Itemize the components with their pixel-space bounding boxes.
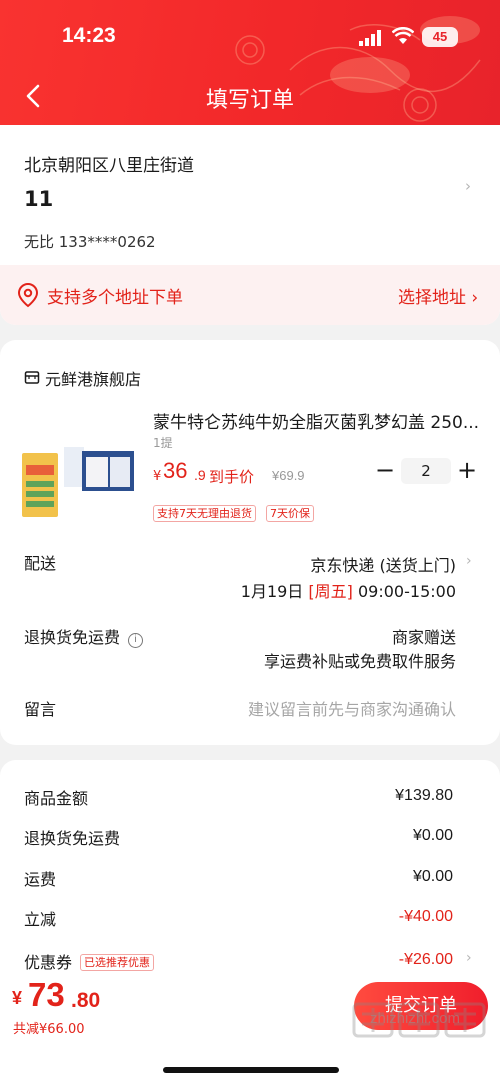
watermark-logo-icon <box>352 1002 486 1038</box>
total-integer: 73 <box>28 976 65 1013</box>
coupon-recommended-tag: 已选推荐优惠 <box>80 954 155 971</box>
final-price-label: 到手价 <box>209 468 255 486</box>
price-decimal: .9 <box>194 467 206 483</box>
price-protect-tag: 7天价保 <box>266 505 314 522</box>
return-shipping-value: 商家赠送 <box>391 628 456 647</box>
subtotal-value: ¥139.80 <box>395 787 453 804</box>
chevron-right-icon[interactable]: › <box>466 950 472 966</box>
shop-name[interactable]: 元鲜港旗舰店 <box>45 366 141 390</box>
chevron-right-icon[interactable]: › <box>466 553 472 569</box>
price-symbol: ¥ <box>153 469 162 484</box>
price-integer: 36 <box>163 458 188 483</box>
product-thumbnail[interactable] <box>20 445 135 517</box>
shipping-fee-value: ¥0.00 <box>412 868 453 885</box>
quantity-value[interactable]: 2 <box>401 458 451 484</box>
quantity-decrease-button[interactable]: − <box>374 456 396 486</box>
shipping-fee-label: 运费 <box>24 870 57 889</box>
chevron-right-icon: › <box>465 177 471 195</box>
header: 14:23 45 填写订单 <box>0 0 500 125</box>
multi-address-banner[interactable]: 支持多个地址下单 选择地址 › <box>0 265 500 325</box>
page-title: 填写订单 <box>205 88 294 113</box>
total-decimal: .80 <box>71 989 101 1012</box>
address-card[interactable]: 北京朝阳区八里庄街道 11 无比 133****0262 › 支持多个地址下单 … <box>0 125 500 325</box>
delivery-label: 配送 <box>24 554 57 573</box>
original-price: ¥69.9 <box>272 468 305 483</box>
quantity-increase-button[interactable]: + <box>456 456 478 486</box>
order-goods-card: 元鲜港旗舰店 蒙牛特仑苏纯牛奶全脂灭菌乳梦幻盖 250... 1提 ¥ 36 .… <box>0 340 500 745</box>
delivery-weekday: [周五] <box>308 582 353 601</box>
multi-address-text: 支持多个地址下单 <box>47 288 183 308</box>
delivery-time[interactable]: 1月19日 [周五] 09:00-15:00 <box>241 578 456 602</box>
location-pin-icon <box>17 282 39 308</box>
return-fee-value: ¥0.00 <box>412 827 453 844</box>
select-address-link[interactable]: 选择地址 › <box>398 283 478 308</box>
total-symbol: ¥ <box>12 988 23 1008</box>
address-line: 北京朝阳区八里庄街道 <box>24 156 194 176</box>
battery-icon: 45 <box>422 27 458 47</box>
subtotal-label: 商品金额 <box>24 789 89 808</box>
status-bar: 14:23 45 <box>0 22 500 52</box>
return-policy-tag: 支持7天无理由退货 <box>153 505 256 522</box>
recipient-contact: 无比 133****0262 <box>24 233 156 251</box>
return-shipping-text: 退换货免运费 <box>24 628 121 647</box>
store-icon <box>24 371 40 384</box>
discount-value: -¥40.00 <box>398 908 453 925</box>
delivery-timeslot: 09:00-15:00 <box>358 582 456 601</box>
discount-label: 立减 <box>24 910 57 929</box>
recipient-name: 11 <box>24 187 54 211</box>
remark-label: 留言 <box>24 700 57 719</box>
wifi-icon <box>392 27 414 44</box>
remark-input[interactable]: 建议留言前先与商家沟通确认 <box>248 696 456 720</box>
return-shipping-label: 退换货免运费 i <box>24 624 144 648</box>
coupon-label: 优惠券 <box>24 953 73 972</box>
product-spec: 1提 <box>153 436 173 450</box>
coupon-value[interactable]: -¥26.00 <box>399 951 453 969</box>
product-title[interactable]: 蒙牛特仑苏纯牛奶全脂灭菌乳梦幻盖 250... <box>153 408 479 433</box>
return-fee-label: 退换货免运费 <box>24 829 121 848</box>
coupon-row[interactable]: 优惠券 已选推荐优惠 <box>24 949 155 973</box>
home-indicator[interactable] <box>163 1067 339 1073</box>
status-time: 14:23 <box>62 24 116 47</box>
delivery-carrier[interactable]: 京东快递 (送货上门) <box>310 552 456 576</box>
signal-icon <box>359 30 381 46</box>
delivery-date: 1月19日 <box>240 582 304 601</box>
info-icon[interactable]: i <box>128 633 144 648</box>
return-shipping-desc: 享运费补贴或免费取件服务 <box>263 652 456 671</box>
total-savings: 共减¥66.00 <box>13 1022 85 1037</box>
